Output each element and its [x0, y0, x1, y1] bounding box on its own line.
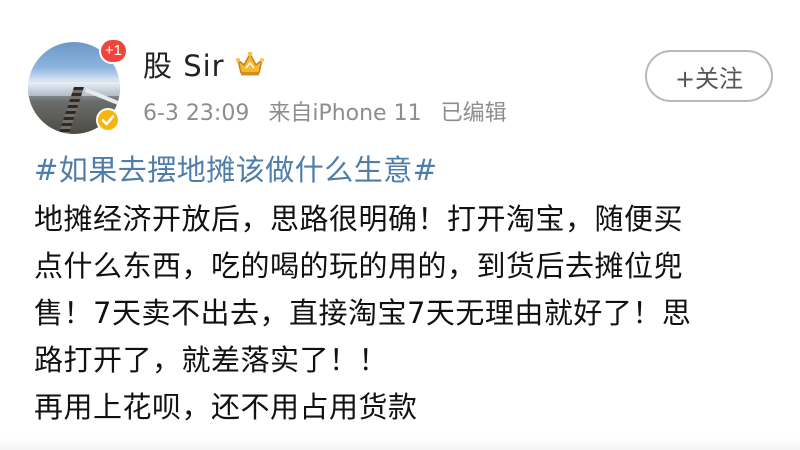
- post-body-line: 点什么东西，吃的喝的玩的用的，到货后去摊位兜: [34, 249, 684, 283]
- weibo-post: +1 股 Sir 6-3 23:09 来自iPhone 11 已编辑 +关注 #…: [0, 0, 800, 450]
- post-source: 来自iPhone 11: [268, 101, 422, 126]
- post-body-line: 地摊经济开放后，思路很明确！打开淘宝，随便买: [34, 202, 684, 236]
- verified-check-icon: [101, 115, 115, 126]
- topic-hashtag[interactable]: #如果去摆地摊该做什么生意#: [34, 150, 438, 190]
- author-row: 股 Sir: [143, 44, 265, 84]
- verified-badge-icon: [96, 108, 120, 132]
- crown-icon: [235, 50, 265, 78]
- post-time: 6-3 23:09: [143, 101, 250, 126]
- avatar-notification-badge: +1: [98, 38, 128, 64]
- avatar-container[interactable]: +1: [28, 38, 128, 134]
- edited-label[interactable]: 已编辑: [441, 101, 507, 126]
- post-body-line: 售！7天卖不出去，直接淘宝7天无理由就好了！思: [34, 296, 692, 330]
- follow-button[interactable]: +关注: [645, 50, 773, 102]
- post-body: 地摊经济开放后，思路很明确！打开淘宝，随便买 点什么东西，吃的喝的玩的用的，到货…: [34, 196, 784, 431]
- bottom-divider: [0, 438, 800, 450]
- post-body-line: 路打开了，就差落实了！！: [34, 343, 389, 377]
- post-body-line: 再用上花呗，还不用占用货款: [34, 390, 418, 424]
- author-name[interactable]: 股 Sir: [143, 43, 225, 85]
- post-meta: 6-3 23:09 来自iPhone 11 已编辑: [143, 95, 507, 127]
